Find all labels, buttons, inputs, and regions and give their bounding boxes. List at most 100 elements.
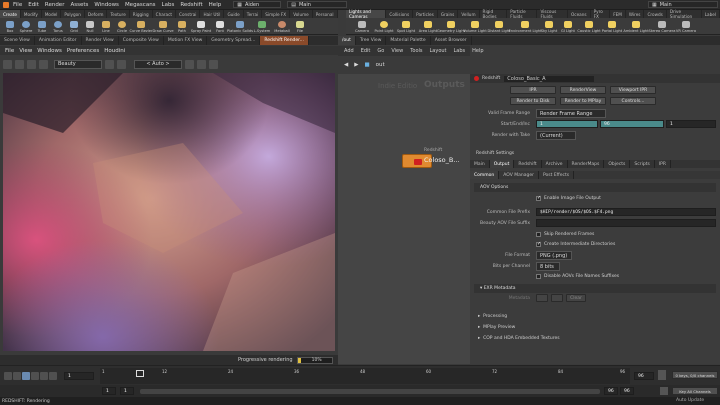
settings-icon[interactable] [209,59,218,69]
subtab-post-effects[interactable]: Post Effects [539,171,575,179]
tool-geometry-light[interactable]: Geometry Light [437,20,465,33]
enable-output-checkbox[interactable] [536,195,541,201]
play-icon[interactable] [3,59,12,69]
tab-scripts[interactable]: Scripts [630,160,655,168]
metadata-clear-button[interactable]: Clear [566,294,586,302]
shelf-tab[interactable]: Rigging [130,10,153,18]
subtab-common[interactable]: Common [470,171,500,179]
tool-box[interactable]: Box [3,20,17,33]
net-menu-view[interactable]: View [391,48,403,54]
processing-section[interactable]: ▸ Processing [478,314,507,319]
shelf-tab[interactable]: Modify [21,10,42,18]
tab-geometry-spreadsheet[interactable]: Geometry Spread... [207,36,261,45]
skip-rendered-row[interactable]: Skip Rendered Frames [536,232,594,237]
lock-icon[interactable] [197,59,206,69]
zoom-select[interactable]: < Auto > [134,59,182,69]
stop-playback-icon[interactable] [22,372,30,380]
shelf-tab[interactable]: Viscous Fluids [537,9,568,19]
inc-frame-field[interactable]: 1 [666,120,716,128]
shelf-tab[interactable]: Polygon [61,10,85,18]
desktop-right-selector[interactable]: ▦ Main [648,1,718,8]
shelf-tab[interactable]: Particle Fluids [507,9,538,19]
snapshot-icon[interactable] [27,59,36,69]
tool-torus[interactable]: Torus [51,20,65,33]
network-path[interactable]: out [376,62,385,68]
shelf-tab[interactable]: Collisions [386,10,414,18]
tool-circle[interactable]: Circle [115,20,129,33]
ipr-button[interactable]: IPR [510,86,556,94]
bits-per-channel-select[interactable]: 8 bits [536,262,560,271]
tab-scene-view[interactable]: Scene View [0,36,35,45]
menu-file[interactable]: File [13,2,22,8]
create-dirs-row[interactable]: Create Intermediate Directories [536,241,615,247]
skip-end-icon[interactable] [49,372,57,380]
tool-sky-light[interactable]: Sky Light [540,20,558,33]
renderview-button[interactable]: RenderView [560,86,606,94]
shelf-tab[interactable]: Terrai [244,10,263,18]
skip-start-icon[interactable] [4,372,12,380]
shelf-tab[interactable]: Model [42,10,62,18]
range-end-field-2[interactable]: 96 [620,387,634,395]
tab-material-palette[interactable]: Material Palette [386,36,431,45]
tool-file[interactable]: File [293,20,307,33]
render-to-disk-button[interactable]: Render to Disk [510,97,556,105]
tab-archive[interactable]: Archive [542,160,568,168]
vp-menu-houdini[interactable]: Houdini [104,48,125,54]
tool-draw-curve[interactable]: Draw Curve [152,20,174,33]
tool-area-light[interactable]: Area Light [418,20,438,33]
shelf-tab[interactable]: Wires [626,10,645,18]
aov-options-section[interactable]: AOV Options [474,183,716,192]
tab-asset-browser[interactable]: Asset Browser [431,36,472,45]
back-icon[interactable]: ◀ [344,62,348,68]
menu-windows[interactable]: Windows [94,2,119,8]
menu-help[interactable]: Help [209,2,222,8]
shelf-tab[interactable]: Pyro FX [591,9,611,19]
shelf-tab[interactable]: Grains [438,10,459,18]
end-frame-box[interactable]: 96 [634,372,654,380]
range-slider[interactable] [140,389,600,394]
aov-select[interactable]: Beauty [54,59,102,69]
shelf-tab[interactable]: Deform [85,10,108,18]
render-image[interactable] [3,73,335,351]
range-start-field-2[interactable]: 1 [120,387,134,395]
tool-camera[interactable]: Camera [352,20,372,33]
file-prefix-field[interactable]: $HIP/render/$OS/$OS.$F4.png [536,208,716,216]
controls-button[interactable]: Controls... [610,97,656,105]
tool-l-system[interactable]: L-System [253,20,271,33]
fit-icon[interactable] [185,59,194,69]
tool-ambient-light[interactable]: Ambient Light [623,20,649,33]
desktop-main-selector[interactable]: ▤ Main [287,1,348,8]
tool-volume-light[interactable]: Volume Light [463,20,487,33]
vp-menu-windows[interactable]: Windows [37,48,62,54]
net-menu-labs[interactable]: Labs [454,48,466,54]
shelf-tab[interactable]: Hair Util [200,10,225,18]
shelf-tab[interactable]: Charact [153,10,177,18]
tab-objects[interactable]: Objects [604,160,631,168]
shelf-tab[interactable]: Simple FX [262,10,291,18]
tab-render-view[interactable]: Render View [82,36,119,45]
shelf-tab[interactable]: Texture [107,10,130,18]
parm-node-name[interactable]: Coloso_Basic_A [504,75,595,82]
render-take-select[interactable]: (Current) [536,131,576,140]
tool-path[interactable]: Path [175,20,189,33]
net-menu-help[interactable]: Help [472,48,483,54]
tab-output[interactable]: Output [489,160,515,168]
tool-caustic-light[interactable]: Caustic Light [577,20,601,33]
tab-motion-fx-view[interactable]: Motion FX View [164,36,208,45]
desktop-selector[interactable]: ▦ Aiden [233,1,282,8]
menu-render[interactable]: Render [45,2,65,8]
key-icon[interactable] [660,387,668,395]
tab-redshift-render-view[interactable]: Redshift Render... [260,36,309,45]
menu-labs[interactable]: Labs [162,2,175,8]
menu-redshift[interactable]: Redshift [180,2,202,8]
tab-ipr[interactable]: IPR [655,160,671,168]
enable-output-row[interactable]: Enable Image File Output [536,195,601,201]
menu-megascans[interactable]: Megascans [125,2,156,8]
disable-aov-suffix-checkbox[interactable] [536,274,541,279]
shelf-tab[interactable]: Drive Simulation [667,9,702,19]
playhead[interactable] [136,370,144,377]
tool-vr-camera[interactable]: VR Camera [676,20,696,33]
channel-icon[interactable] [105,59,114,69]
net-menu-add[interactable]: Add [344,48,354,54]
stop-icon[interactable] [15,59,24,69]
